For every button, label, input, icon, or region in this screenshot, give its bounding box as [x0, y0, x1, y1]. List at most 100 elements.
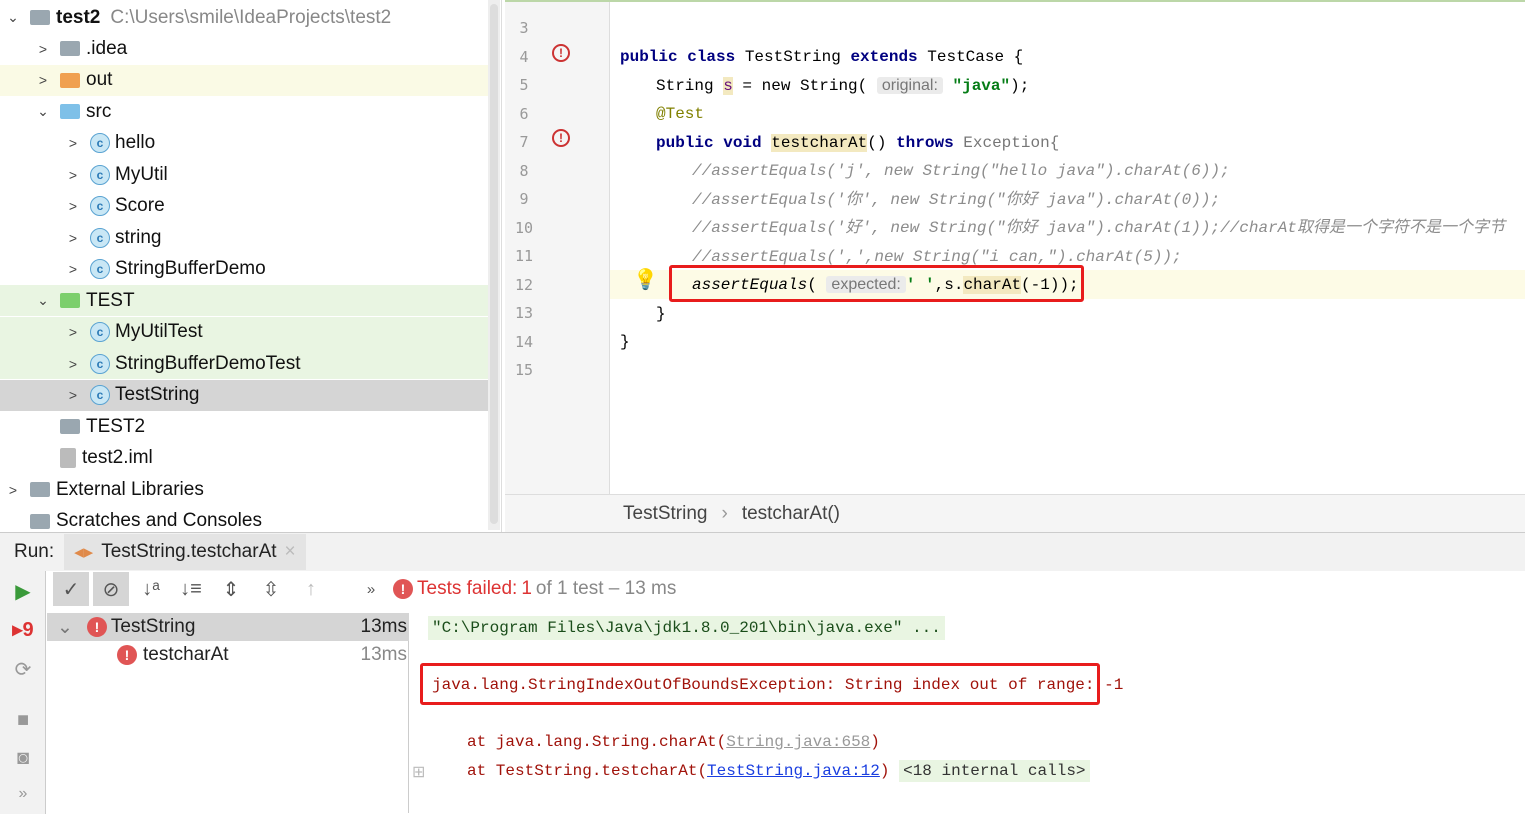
- folder-icon: [30, 10, 50, 25]
- chevron-right-icon[interactable]: >: [66, 324, 80, 340]
- test-name: TestString: [110, 616, 196, 637]
- line-number: 4: [519, 47, 529, 66]
- tree-item[interactable]: > External Libraries: [0, 474, 488, 505]
- rerun-icon[interactable]: ▶: [10, 579, 36, 605]
- tree-item[interactable]: > .idea: [0, 33, 488, 64]
- run-toolbar: ✓ ⊘ ↓ᵃ ↓≡ ⇕ ⇳ ↑ » ! Tests failed: 1 of 1 te…: [47, 571, 1525, 607]
- close-icon[interactable]: ×: [285, 541, 296, 563]
- lightbulb-icon[interactable]: 💡: [633, 267, 658, 292]
- line-number: 7: [519, 133, 529, 151]
- chevron-down-icon[interactable]: ⌄: [36, 103, 50, 120]
- chevron-right-icon[interactable]: >: [36, 72, 50, 88]
- more-icon[interactable]: »: [10, 785, 36, 811]
- code-line-4: public class TestString extends TestCase…: [620, 48, 1024, 66]
- tree-root[interactable]: ⌄ test2 C:\Users\smile\IdeaProjects\test2: [0, 2, 488, 33]
- line-number: 9: [519, 190, 529, 208]
- stop-icon[interactable]: ■: [10, 709, 36, 735]
- tree-item-label: hello: [115, 132, 156, 153]
- folder-icon: [60, 41, 80, 56]
- run-test-icon[interactable]: !: [552, 129, 570, 147]
- root-path: C:\Users\smile\IdeaProjects\test2: [110, 6, 392, 28]
- chevron-right-icon[interactable]: >: [6, 482, 20, 498]
- tree-item[interactable]: test2.iml: [0, 443, 488, 474]
- sort-alpha-icon[interactable]: ↓ᵃ: [133, 572, 169, 606]
- expand-all-icon[interactable]: ⇕: [213, 572, 249, 606]
- chevron-right-icon[interactable]: >: [66, 356, 80, 372]
- stack-frame: at TestString.testcharAt(TestString.java…: [467, 760, 1090, 782]
- line-number: 11: [514, 247, 534, 265]
- previous-failed-icon[interactable]: ↑: [293, 572, 329, 606]
- test-time: 13ms: [360, 644, 407, 665]
- tree-item[interactable]: ⌄ src: [0, 96, 488, 127]
- test-status: ! Tests failed: 1 of 1 test – 13 ms: [393, 578, 676, 600]
- tree-item-label: src: [86, 100, 112, 122]
- tree-item[interactable]: > c Score: [0, 191, 488, 222]
- chevron-down-icon[interactable]: ⌄: [6, 9, 20, 26]
- chevron-right-icon[interactable]: >: [66, 167, 80, 183]
- chevron-right-icon[interactable]: >: [66, 387, 80, 403]
- tree-item[interactable]: ⌄ TEST: [0, 285, 488, 316]
- run-test-icon[interactable]: !: [552, 44, 570, 62]
- stack-link[interactable]: String.java:658: [726, 733, 870, 751]
- line-number: 10: [514, 218, 534, 237]
- error-icon: !: [86, 617, 107, 637]
- run-tab[interactable]: ◂▸ TestString.testcharAt ×: [64, 534, 306, 570]
- tree-item[interactable]: > c StringBufferDemo: [0, 254, 488, 285]
- collapse-all-icon[interactable]: ⇳: [253, 572, 289, 606]
- tree-item-label: test2.iml: [82, 447, 153, 468]
- chevron-right-icon[interactable]: >: [36, 41, 50, 57]
- line-number: 14: [514, 332, 534, 351]
- breadcrumb-method[interactable]: testcharAt(): [742, 503, 840, 525]
- test-name: testcharAt: [143, 644, 229, 665]
- chevron-right-icon[interactable]: >: [66, 230, 80, 246]
- test-tree-row[interactable]: ⌄! TestString 13ms: [47, 613, 409, 641]
- tree-item-label: MyUtilTest: [115, 321, 203, 342]
- code-line-9: //assertEquals('你', new String("你好 java"…: [692, 191, 1221, 209]
- tree-item[interactable]: TEST2: [0, 411, 488, 442]
- expand-icon[interactable]: ⊞: [412, 762, 425, 782]
- scrollbar[interactable]: [488, 0, 500, 530]
- rerun-failed-icon[interactable]: ▸9: [10, 617, 36, 643]
- test-tree-row[interactable]: ! testcharAt 13ms: [47, 641, 409, 669]
- test-tree: ⌄! TestString 13ms ! testcharAt 13ms: [47, 613, 409, 813]
- tree-item-label: TEST2: [86, 415, 146, 437]
- tree-item[interactable]: > c string: [0, 222, 488, 253]
- line-number: 5: [519, 76, 529, 94]
- chevron-right-icon[interactable]: >: [66, 198, 80, 214]
- tree-item-label: StringBufferDemo: [115, 258, 266, 279]
- tree-item[interactable]: > c TestString: [0, 379, 488, 411]
- more-icon[interactable]: »: [353, 572, 389, 606]
- camera-icon[interactable]: ◙: [10, 747, 36, 773]
- show-passed-icon[interactable]: ✓: [53, 572, 89, 606]
- chevron-down-icon[interactable]: ⌄: [57, 616, 73, 639]
- line-number: 6: [519, 104, 529, 123]
- code-line-8: //assertEquals('j', new String("hello ja…: [692, 162, 1230, 180]
- sort-duration-icon[interactable]: ↓≡: [173, 572, 209, 606]
- tree-item-label: Scratches and Consoles: [56, 510, 262, 531]
- tree-item[interactable]: > c MyUtilTest: [0, 316, 488, 348]
- breadcrumb-class[interactable]: TestString: [623, 503, 707, 525]
- code-line-10: //assertEquals('好', new String("你好 java"…: [692, 219, 1505, 237]
- code-editor[interactable]: 3 4 5 6 7 8 9 10 11 12 13 14 15 ! ! 💡 public class T…: [505, 0, 1525, 496]
- gutter: 3 4 5 6 7 8 9 10 11 12 13 14 15: [505, 2, 610, 496]
- stack-link[interactable]: TestString.java:12: [707, 762, 880, 780]
- line-number: 15: [514, 361, 534, 379]
- error-icon: !: [117, 645, 137, 665]
- line-number: 3: [519, 19, 529, 37]
- run-tab-label: TestString.testcharAt: [101, 541, 277, 562]
- code-line-13: }: [656, 305, 666, 323]
- chevron-right-icon[interactable]: >: [66, 135, 80, 151]
- show-ignored-icon[interactable]: ⊘: [93, 572, 129, 606]
- run-label: Run:: [14, 541, 55, 562]
- tree-item[interactable]: > c StringBufferDemoTest: [0, 348, 488, 379]
- tree-item[interactable]: > c hello: [0, 128, 488, 159]
- chevron-down-icon[interactable]: ⌄: [36, 292, 50, 309]
- chevron-right-icon[interactable]: >: [66, 261, 80, 277]
- internal-calls[interactable]: <18 internal calls>: [899, 760, 1090, 782]
- tree-item[interactable]: > c MyUtil: [0, 159, 488, 190]
- toggle-auto-test-icon[interactable]: ⟳: [10, 657, 36, 683]
- line-number: 12: [514, 275, 534, 294]
- tree-item[interactable]: > out: [0, 64, 488, 96]
- stack-frame: at java.lang.String.charAt(String.java:6…: [467, 733, 880, 751]
- folder-icon: [60, 293, 80, 308]
